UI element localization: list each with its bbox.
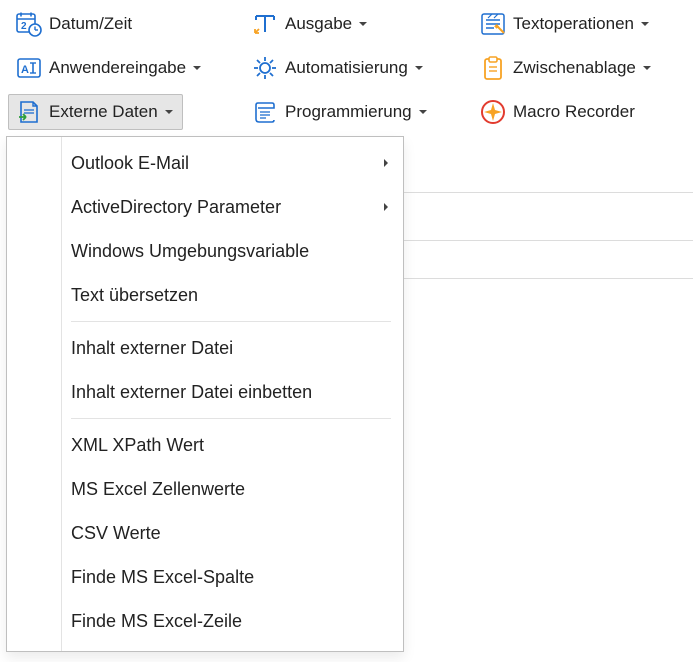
chevron-down-icon — [356, 17, 370, 31]
menu-item-outlook[interactable]: Outlook E-Mail — [7, 141, 403, 185]
menu-item-label: MS Excel Zellenwerte — [71, 479, 245, 500]
menu-item-label: Inhalt externer Datei einbetten — [71, 382, 312, 403]
menu-item-label: XML XPath Wert — [71, 435, 204, 456]
ribbon: 2 Datum/Zeit Ausgabe — [0, 0, 693, 134]
menu-item-find-excel-row[interactable]: Finde MS Excel-Zeile — [7, 599, 403, 643]
menu-separator — [71, 321, 391, 322]
menu-separator — [71, 418, 391, 419]
ribbon-row-1: 2 Datum/Zeit Ausgabe — [8, 6, 685, 42]
chevron-down-icon — [638, 17, 652, 31]
clipboard-label: Zwischenablage — [513, 58, 636, 78]
programming-label: Programmierung — [285, 102, 412, 122]
menu-item-label: CSV Werte — [71, 523, 161, 544]
ribbon-row-3: Externe Daten Programmierung — [8, 94, 685, 130]
svg-text:A: A — [21, 64, 29, 76]
menu-item-xml-xpath[interactable]: XML XPath Wert — [7, 423, 403, 467]
external-data-button[interactable]: Externe Daten — [8, 94, 183, 130]
macro-recorder-label: Macro Recorder — [513, 102, 635, 122]
menu-item-csv[interactable]: CSV Werte — [7, 511, 403, 555]
menu-item-label: Inhalt externer Datei — [71, 338, 233, 359]
clipboard-button[interactable]: Zwischenablage — [472, 50, 661, 86]
macro-recorder-button[interactable]: Macro Recorder — [472, 94, 642, 130]
chevron-down-icon — [190, 61, 204, 75]
chevron-down-icon — [412, 61, 426, 75]
menu-item-envvar[interactable]: Windows Umgebungsvariable — [7, 229, 403, 273]
menu-item-translate[interactable]: Text übersetzen — [7, 273, 403, 317]
output-button[interactable]: Ausgabe — [244, 6, 377, 42]
menu-item-label: Outlook E-Mail — [71, 153, 189, 174]
user-input-icon: A — [15, 54, 43, 82]
output-label: Ausgabe — [285, 14, 352, 34]
svg-text:2: 2 — [21, 21, 27, 32]
menu-item-label: Finde MS Excel-Spalte — [71, 567, 254, 588]
textops-label: Textoperationen — [513, 14, 634, 34]
text-operations-icon — [479, 10, 507, 38]
chevron-right-icon — [379, 156, 393, 170]
calendar-clock-icon: 2 — [15, 10, 43, 38]
automation-label: Automatisierung — [285, 58, 408, 78]
menu-item-activedirectory[interactable]: ActiveDirectory Parameter — [7, 185, 403, 229]
divider — [404, 278, 693, 279]
external-data-label: Externe Daten — [49, 102, 158, 122]
userinput-label: Anwendereingabe — [49, 58, 186, 78]
datetime-label: Datum/Zeit — [49, 14, 132, 34]
external-document-icon — [15, 98, 43, 126]
programming-button[interactable]: Programmierung — [244, 94, 437, 130]
datetime-button[interactable]: 2 Datum/Zeit — [8, 6, 139, 42]
menu-item-excel-cells[interactable]: MS Excel Zellenwerte — [7, 467, 403, 511]
ribbon-row-2: A Anwendereingabe — [8, 50, 685, 86]
gear-icon — [251, 54, 279, 82]
menu-item-label: ActiveDirectory Parameter — [71, 197, 281, 218]
menu-item-label: Finde MS Excel-Zeile — [71, 611, 242, 632]
menu-item-label: Text übersetzen — [71, 285, 198, 306]
userinput-button[interactable]: A Anwendereingabe — [8, 50, 211, 86]
divider — [404, 240, 693, 241]
automation-button[interactable]: Automatisierung — [244, 50, 433, 86]
chevron-right-icon — [379, 200, 393, 214]
menu-item-external-file[interactable]: Inhalt externer Datei — [7, 326, 403, 370]
chevron-down-icon — [162, 105, 176, 119]
chevron-down-icon — [416, 105, 430, 119]
textops-button[interactable]: Textoperationen — [472, 6, 659, 42]
script-icon — [251, 98, 279, 126]
chevron-down-icon — [640, 61, 654, 75]
menu-item-label: Windows Umgebungsvariable — [71, 241, 309, 262]
external-data-menu: Outlook E-Mail ActiveDirectory Parameter… — [6, 136, 404, 652]
clipboard-icon — [479, 54, 507, 82]
menu-item-find-excel-col[interactable]: Finde MS Excel-Spalte — [7, 555, 403, 599]
divider — [404, 192, 693, 193]
macro-recorder-icon — [479, 98, 507, 126]
menu-item-external-file-embed[interactable]: Inhalt externer Datei einbetten — [7, 370, 403, 414]
text-output-icon — [251, 10, 279, 38]
